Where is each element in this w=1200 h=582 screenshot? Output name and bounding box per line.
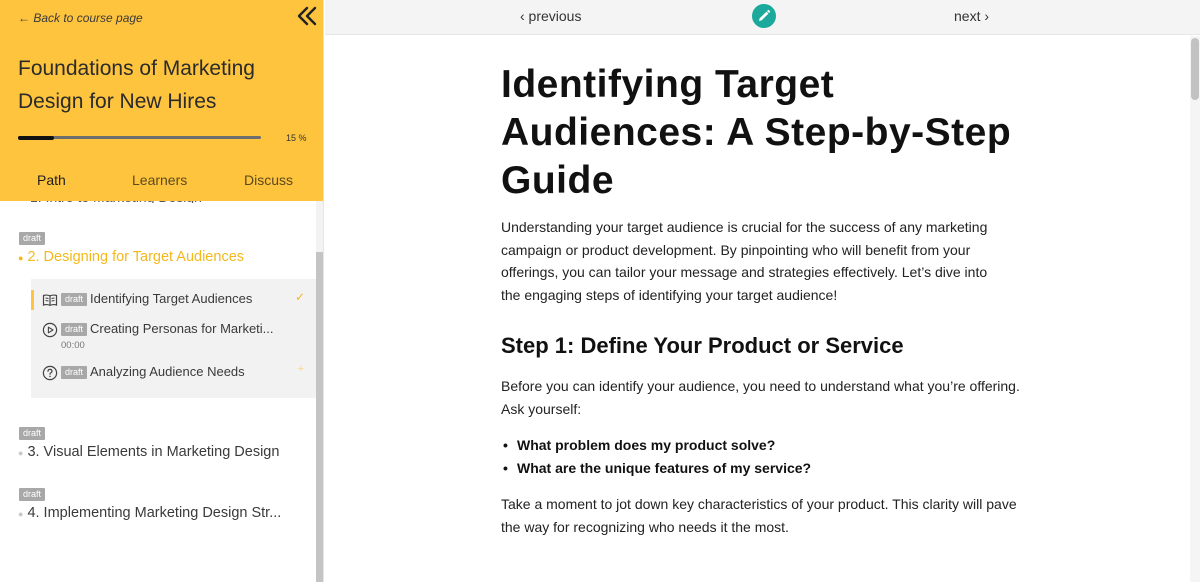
section-draft-badge: draft bbox=[19, 427, 46, 440]
lesson-content: Identifying Target Audiences: A Step-by-… bbox=[325, 36, 1190, 582]
section-title-label: 2. Designing for Target Audiences bbox=[27, 249, 245, 265]
course-path-list[interactable]: 1. Intro to Marketing Design draft ●2. D… bbox=[0, 201, 316, 582]
completed-check-icon: ✓ bbox=[294, 290, 305, 304]
section-bullet-icon: ● bbox=[18, 509, 24, 519]
section-item-designing-for-target-audiences[interactable]: ● 2. Designing for Target Audiences bbox=[18, 249, 244, 265]
lesson-draft-badge: draft bbox=[61, 293, 88, 306]
lesson-duration: 00:00 bbox=[61, 340, 85, 351]
previous-section-cut-off: 1. Intro to Marketing Design bbox=[30, 201, 270, 203]
active-lesson-indicator bbox=[31, 290, 34, 310]
course-progress-fill bbox=[18, 135, 55, 140]
back-to-course-link[interactable]: ← Back to course page bbox=[18, 11, 143, 25]
step-1-paragraph: Before you can identify your audience, y… bbox=[501, 378, 1020, 417]
lesson-title: Identifying Target Audiences: A Step-by-… bbox=[501, 63, 1012, 202]
section-bullet-icon: ● bbox=[18, 448, 24, 458]
sidebar-scrollbar-thumb[interactable] bbox=[316, 252, 323, 582]
list-item: What are the unique features of my servi… bbox=[503, 457, 1021, 480]
lesson-draft-badge: draft bbox=[61, 366, 88, 379]
previous-button[interactable]: ‹ previous bbox=[520, 8, 581, 24]
lesson-list: draft Identifying Target Audiences ✓ dra… bbox=[31, 279, 316, 398]
next-button[interactable]: next › bbox=[954, 8, 989, 24]
pencil-icon bbox=[759, 9, 771, 21]
section-item-implementing-marketing-design[interactable]: ● 4. Implementing Marketing Design Str... bbox=[18, 505, 281, 521]
content-scrollbar-track[interactable] bbox=[1190, 36, 1200, 582]
section-title-label: 3. Visual Elements in Marketing Design bbox=[27, 444, 280, 460]
quiz-question-icon bbox=[42, 365, 58, 381]
lesson-draft-badge: draft bbox=[61, 323, 88, 336]
course-progress-label: 15 % bbox=[286, 133, 307, 143]
tab-path[interactable]: Path bbox=[37, 172, 66, 188]
article: Identifying Target Audiences: A Step-by-… bbox=[501, 61, 1021, 538]
lesson-label: Creating Personas for Marketi... bbox=[90, 321, 274, 336]
list-item: What problem does my product solve? bbox=[503, 434, 1021, 457]
lesson-navigation-bar: ‹ previous next › bbox=[325, 0, 1200, 35]
lesson-item-analyzing-audience-needs[interactable]: draft Analyzing Audience Needs + bbox=[42, 363, 312, 385]
step-1-followup-paragraph: Take a moment to jot down key characteri… bbox=[501, 496, 1017, 535]
question-list: What problem does my product solve? What… bbox=[503, 434, 1021, 480]
lesson-label: Identifying Target Audiences bbox=[90, 291, 253, 306]
sidebar-tabs: Path Learners Discuss bbox=[0, 172, 323, 194]
course-title: Foundations of Marketing Design for New … bbox=[18, 57, 255, 113]
lesson-item-creating-personas[interactable]: draft Creating Personas for Marketi... 0… bbox=[42, 320, 312, 354]
section-draft-badge: draft bbox=[19, 232, 46, 245]
tab-learners[interactable]: Learners bbox=[132, 172, 187, 188]
book-icon bbox=[42, 292, 58, 308]
section-title-label: 4. Implementing Marketing Design Str... bbox=[27, 505, 282, 521]
tab-discuss[interactable]: Discuss bbox=[244, 172, 293, 188]
section-item-visual-elements[interactable]: ● 3. Visual Elements in Marketing Design bbox=[18, 444, 279, 460]
collapse-sidebar-icon[interactable] bbox=[296, 6, 318, 26]
intro-paragraph: Understanding your target audience is cr… bbox=[501, 219, 988, 303]
content-scrollbar-thumb[interactable] bbox=[1191, 38, 1199, 100]
course-sidebar: ← Back to course page Foundations of Mar… bbox=[0, 0, 324, 582]
lesson-status-icon: + bbox=[297, 363, 304, 375]
edit-button[interactable] bbox=[752, 4, 776, 28]
lesson-item-identifying-target-audiences[interactable]: draft Identifying Target Audiences ✓ bbox=[42, 290, 312, 312]
section-draft-badge: draft bbox=[19, 488, 46, 501]
step-1-heading: Step 1: Define Your Product or Service bbox=[501, 333, 904, 358]
sidebar-header: ← Back to course page Foundations of Mar… bbox=[0, 0, 323, 201]
lesson-label: Analyzing Audience Needs bbox=[90, 364, 245, 379]
section-bullet-icon: ● bbox=[18, 253, 24, 263]
course-progress-bar bbox=[18, 135, 261, 140]
play-circle-icon bbox=[42, 322, 58, 338]
